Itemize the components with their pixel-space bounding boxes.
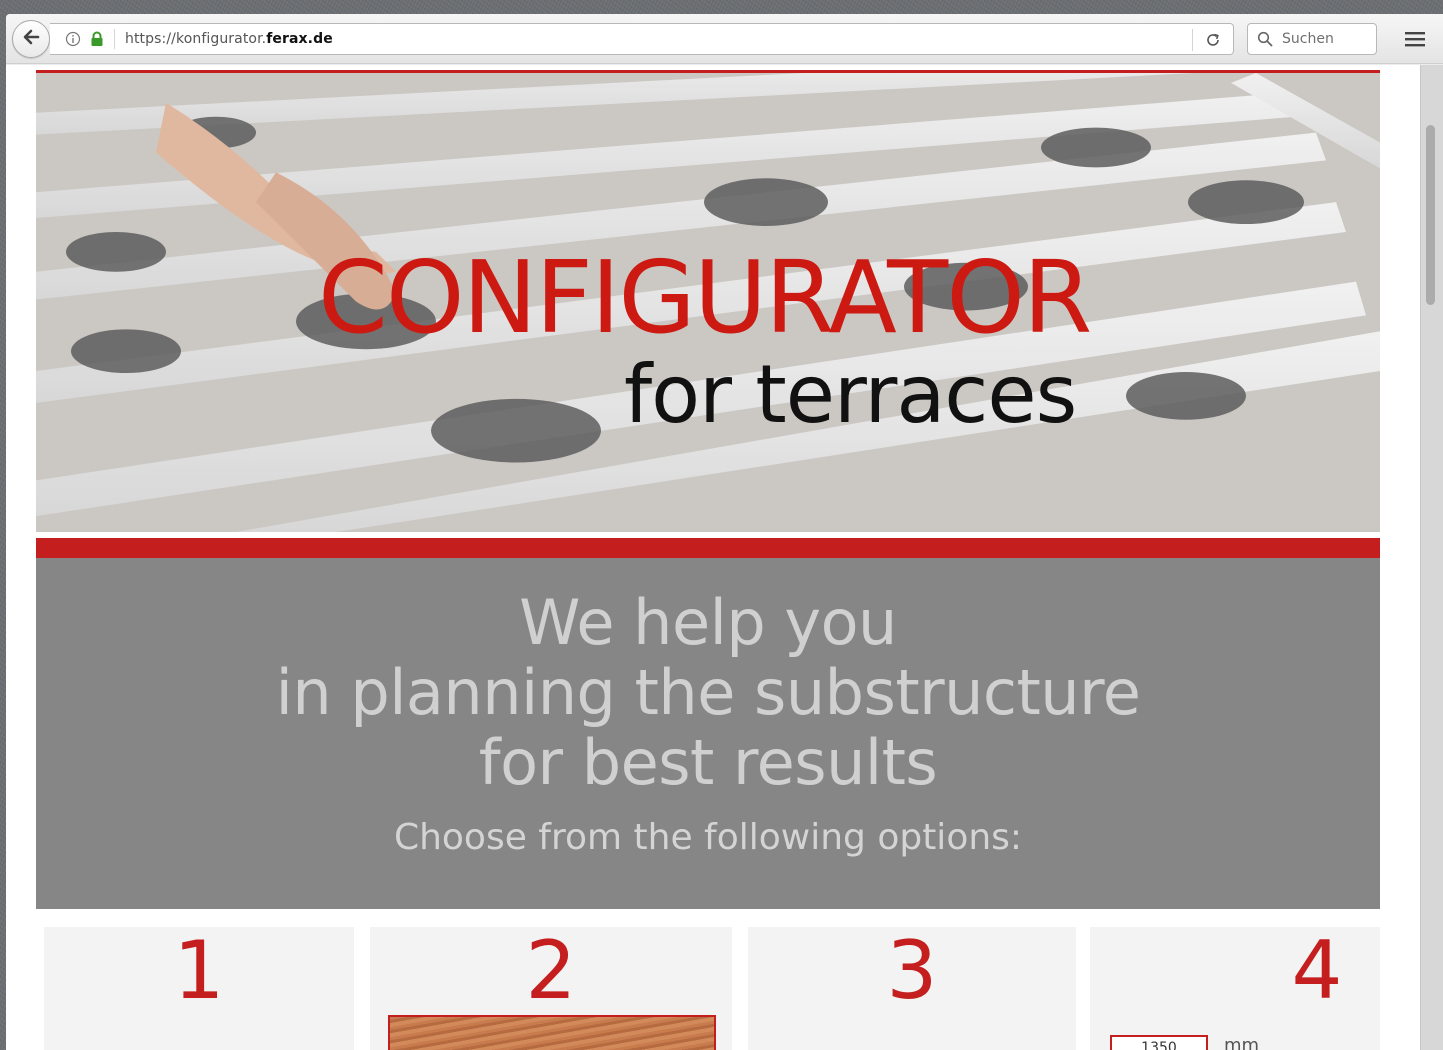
option-number: 2: [525, 927, 577, 1017]
back-button[interactable]: [12, 20, 50, 58]
search-input[interactable]: [1282, 31, 1372, 47]
intro-section: We help you in planning the substructure…: [36, 558, 1380, 909]
lock-icon[interactable]: [88, 30, 106, 48]
scrollbar-thumb[interactable]: [1426, 125, 1435, 305]
search-box[interactable]: [1247, 23, 1377, 55]
url-prefix: https://konfigurator.: [125, 31, 267, 47]
page-viewport: CONFIGURATOR for terraces We help you in…: [6, 65, 1443, 1050]
vertical-scrollbar[interactable]: [1420, 65, 1443, 1050]
intro-line-3: for best results: [478, 726, 938, 799]
search-icon: [1256, 30, 1274, 48]
hero-banner: CONFIGURATOR for terraces: [36, 70, 1380, 532]
browser-toolbar: https://konfigurator.ferax.de: [6, 14, 1443, 64]
reload-icon[interactable]: [1203, 30, 1223, 50]
dimension-input[interactable]: 1350: [1110, 1035, 1208, 1050]
dimension-unit: mm: [1224, 1035, 1260, 1050]
option-card-1[interactable]: 1: [44, 927, 354, 1050]
intro-line-2: in planning the substructure: [275, 656, 1141, 729]
url-text[interactable]: https://konfigurator.ferax.de: [125, 31, 333, 47]
hero-title: CONFIGURATOR: [318, 239, 1092, 356]
red-divider: [36, 538, 1380, 558]
option-card-3[interactable]: 3: [748, 927, 1076, 1050]
back-arrow-icon: [21, 27, 41, 51]
option-number: 4: [1291, 927, 1343, 1017]
choose-options-text: Choose from the following options:: [393, 817, 1023, 858]
hamburger-menu-icon[interactable]: [1402, 26, 1428, 52]
intro-line-1: We help you: [519, 586, 897, 659]
url-separator: [114, 29, 115, 49]
option-card-2[interactable]: 2: [370, 927, 732, 1050]
option-card-4[interactable]: 4 1350 mm: [1090, 927, 1380, 1050]
option-number: 3: [886, 927, 938, 1017]
info-icon[interactable]: [64, 30, 82, 48]
url-domain: ferax.de: [266, 31, 333, 47]
option-number: 1: [173, 927, 225, 1017]
reload-separator: [1192, 29, 1193, 51]
address-bar[interactable]: https://konfigurator.ferax.de: [50, 23, 1234, 55]
hero-subtitle: for terraces: [624, 348, 1077, 441]
browser-window: https://konfigurator.ferax.de Suchen CON…: [6, 14, 1443, 1050]
wood-decking-image: [388, 1015, 716, 1050]
